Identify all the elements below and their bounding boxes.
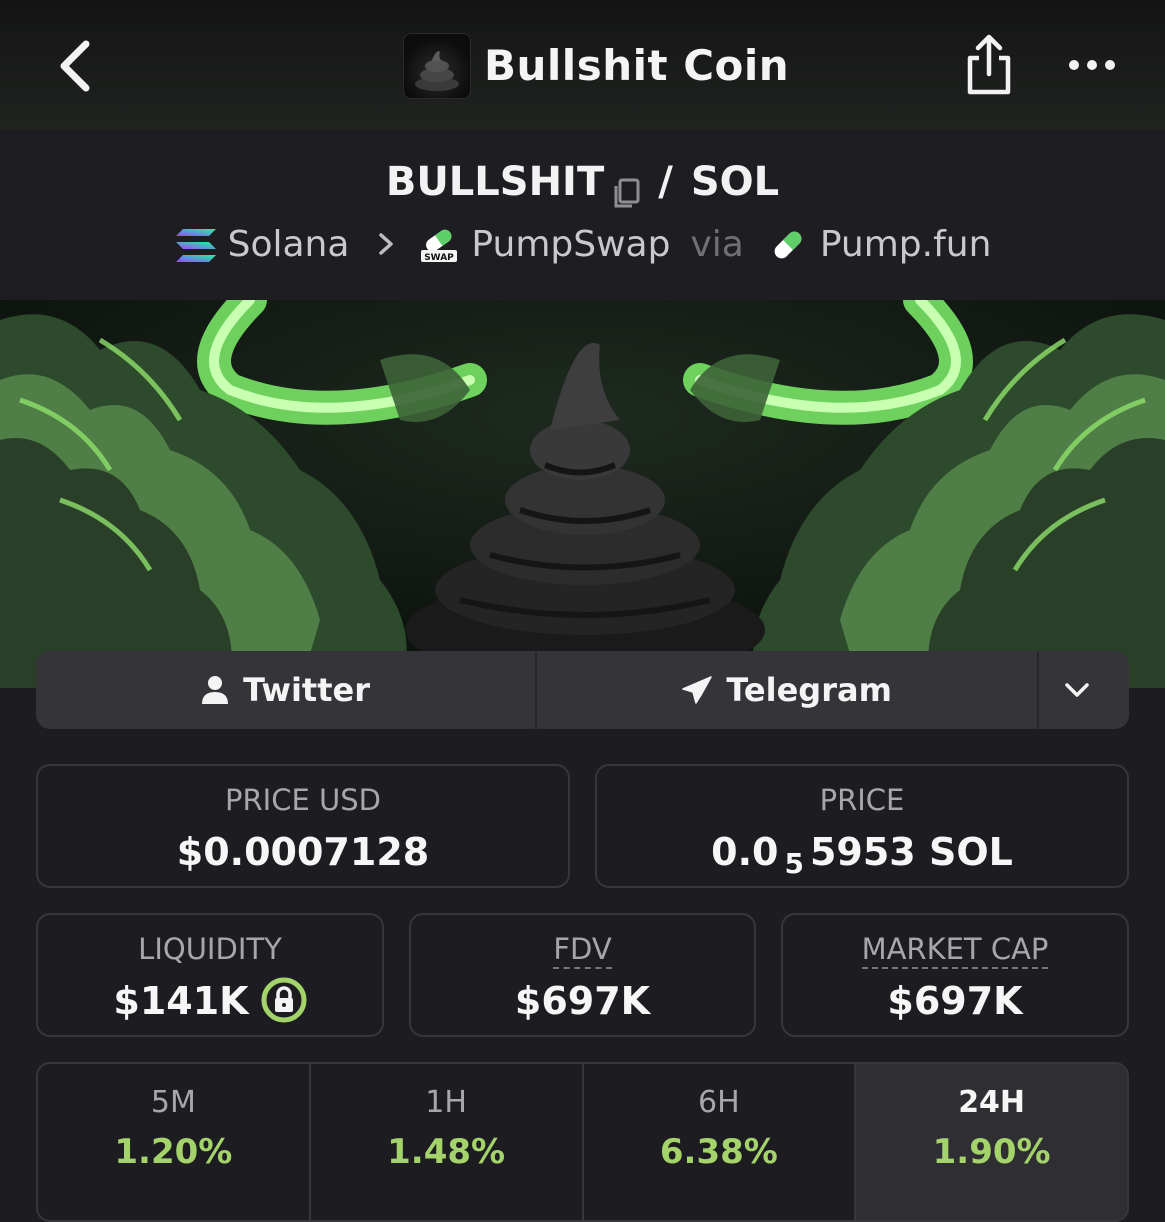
pair-title: BULLSHIT / SOL	[0, 152, 1165, 212]
price-sol-prefix: 0.0	[711, 830, 779, 874]
chain-link[interactable]: Solana	[228, 219, 350, 271]
more-horizontal-icon	[1069, 60, 1115, 70]
pumpfun-pill-icon	[766, 225, 810, 265]
top-nav-bar: Bullshit Coin	[0, 0, 1165, 130]
twitter-label: Twitter	[243, 671, 370, 709]
price-usd-label: PRICE USD	[225, 783, 381, 817]
liquidity-amount: $141K	[113, 979, 249, 1023]
market-cap-card: MARKET CAP $697K	[781, 913, 1129, 1037]
base-token-symbol: BULLSHIT	[385, 159, 605, 205]
chain-dex-breadcrumb: Solana SWAP PumpSwap via Pump.fun	[0, 218, 1165, 271]
tab-label: 6H	[698, 1085, 740, 1120]
market-cap-label[interactable]: MARKET CAP	[861, 932, 1049, 969]
price-usd-value: $0.0007128	[176, 830, 430, 874]
pumpswap-icon: SWAP	[417, 225, 461, 265]
telegram-button[interactable]: Telegram	[537, 651, 1040, 729]
price-sol-value: 0.0 5 5953 SOL	[597, 826, 1127, 890]
price-sol-suffix: 5953 SOL	[809, 830, 1013, 874]
market-cap-value: $697K	[887, 979, 1023, 1023]
tab-change-value: 1.48%	[387, 1132, 506, 1172]
price-sol-card: PRICE 0.0 5 5953 SOL	[595, 764, 1129, 888]
price-usd-card: PRICE USD $0.0007128	[36, 764, 570, 888]
price-sol-zero-count: 5	[784, 847, 804, 880]
telegram-label: Telegram	[726, 671, 892, 709]
copy-address-button[interactable]	[610, 167, 644, 208]
lock-icon[interactable]	[261, 977, 307, 1023]
liquidity-label: LIQUIDITY	[138, 932, 282, 966]
tab-1h[interactable]: 1H 1.48%	[311, 1064, 584, 1220]
tab-label: 24H	[958, 1085, 1026, 1120]
chevron-right-icon	[377, 219, 395, 271]
token-banner-image	[0, 300, 1165, 688]
telegram-send-icon	[682, 676, 713, 704]
chevron-left-icon	[60, 40, 90, 92]
price-change-tabs: 5M 1.20% 1H 1.48% 6H 6.38% 24H 1.90%	[36, 1062, 1129, 1222]
tab-change-value: 1.90%	[932, 1132, 1051, 1172]
tab-5m[interactable]: 5M 1.20%	[38, 1064, 311, 1220]
user-icon	[202, 676, 229, 704]
token-logo	[403, 33, 471, 99]
chevron-down-icon	[1065, 683, 1089, 697]
share-icon	[967, 34, 1011, 95]
pair-separator: /	[658, 159, 673, 205]
tab-change-value: 1.20%	[114, 1132, 233, 1172]
tab-change-value: 6.38%	[659, 1132, 778, 1172]
copy-icon	[614, 178, 640, 208]
page-title: Bullshit Coin	[484, 41, 790, 90]
price-sol-label: PRICE	[819, 783, 905, 817]
fdv-value: $697K	[514, 979, 651, 1023]
social-links-bar: Twitter Telegram	[36, 651, 1129, 729]
dex-link[interactable]: PumpSwap	[471, 219, 670, 271]
dex-badge-text: SWAP	[425, 253, 455, 263]
quote-token-symbol: SOL	[690, 159, 780, 205]
liquidity-card: LIQUIDITY $141K	[36, 913, 384, 1037]
tab-label: 1H	[425, 1085, 467, 1120]
poop-icon	[415, 51, 459, 91]
liquidity-value: $141K	[38, 975, 382, 1027]
solana-icon	[174, 225, 218, 265]
tab-label: 5M	[150, 1085, 196, 1120]
more-links-dropdown[interactable]	[1039, 651, 1129, 729]
fdv-card: FDV $697K	[409, 913, 756, 1037]
tab-24h[interactable]: 24H 1.90%	[856, 1064, 1127, 1220]
via-label: via	[690, 224, 744, 265]
more-options-button[interactable]	[1066, 50, 1118, 80]
launchpad-link[interactable]: Pump.fun	[820, 219, 992, 271]
twitter-button[interactable]: Twitter	[36, 651, 538, 729]
tab-6h[interactable]: 6H 6.38%	[584, 1064, 857, 1220]
share-button[interactable]	[962, 32, 1016, 98]
fdv-label[interactable]: FDV	[553, 932, 612, 969]
back-button[interactable]	[52, 36, 102, 96]
